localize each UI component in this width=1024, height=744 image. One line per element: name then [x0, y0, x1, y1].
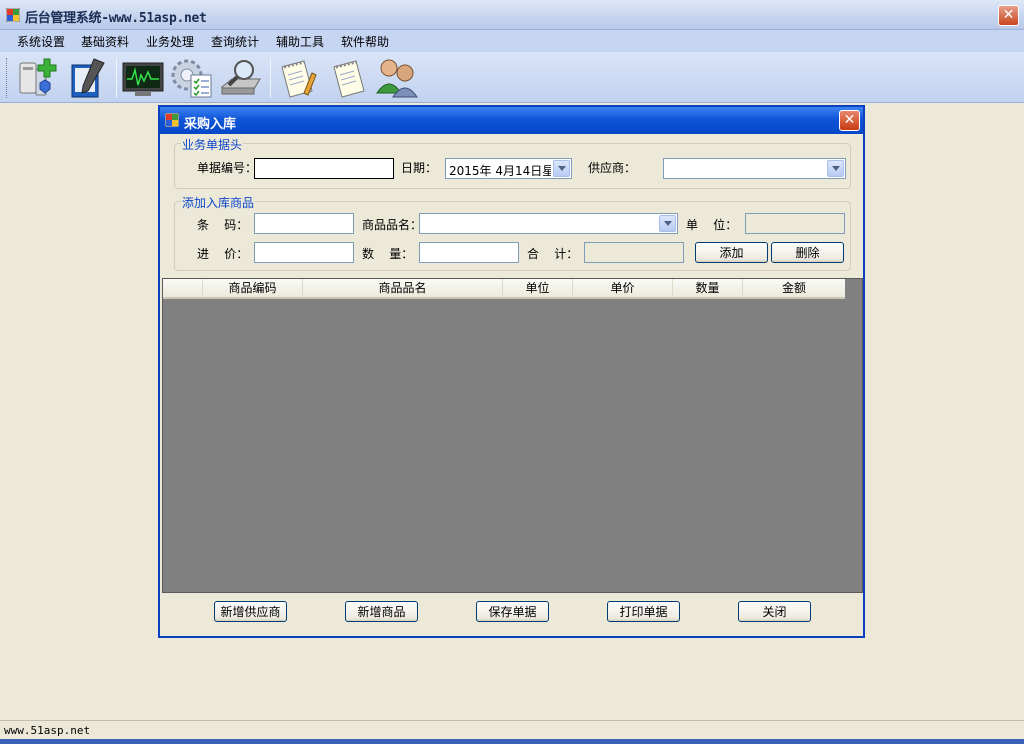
dialog-title: 采购入库 [184, 117, 237, 132]
product-name-label: 商品品名： [362, 218, 423, 232]
bill-no-input[interactable] [254, 158, 394, 179]
close-dialog-button[interactable]: 关闭 [738, 601, 811, 622]
goods-grid[interactable]: 商品编码 商品品名 单位 单价 数量 金额 [162, 278, 863, 593]
column-product-name[interactable]: 商品品名 [303, 279, 503, 297]
column-amount[interactable]: 金额 [743, 279, 845, 297]
total-label: 合 计： [527, 247, 579, 261]
column-quantity[interactable]: 数量 [673, 279, 743, 297]
notepad-icon[interactable] [326, 55, 372, 100]
window-title: 后台管理系统-www.51asp.net [25, 11, 207, 26]
toolbar-separator [116, 58, 117, 98]
date-picker-value: 2015年 4月14日星期二 [449, 164, 551, 178]
date-picker[interactable]: 2015年 4月14日星期二 [445, 158, 572, 179]
total-field [584, 242, 684, 263]
menu-system-settings[interactable]: 系统设置 [17, 33, 65, 50]
chevron-down-icon[interactable] [553, 160, 570, 177]
add-goods-group-label: 添加入库商品 [181, 194, 256, 211]
notepad-pencil-icon[interactable] [276, 55, 322, 100]
menubar: 系统设置 基础资料 业务处理 查询统计 辅助工具 软件帮助 [0, 30, 1024, 52]
quantity-label: 数 量： [362, 247, 414, 261]
new-supplier-button[interactable]: 新增供应商 [214, 601, 287, 622]
app-window-icon [6, 8, 20, 22]
unit-field [745, 213, 845, 234]
bill-no-label: 单据编号： [197, 161, 258, 175]
status-text: www.51asp.net [4, 724, 91, 737]
menu-query-stats[interactable]: 查询统计 [211, 33, 259, 50]
barcode-label: 条 码： [197, 218, 249, 232]
dialog-titlebar[interactable]: 采购入库 ✕ [160, 107, 863, 134]
column-unit-price[interactable]: 单价 [573, 279, 673, 297]
dialog-close-button[interactable]: ✕ [839, 110, 860, 131]
edit-document-icon[interactable] [66, 55, 112, 100]
unit-label: 单 位： [686, 218, 738, 232]
barcode-input[interactable] [254, 213, 354, 234]
column-unit[interactable]: 单位 [503, 279, 573, 297]
window-close-button[interactable]: ✕ [998, 5, 1019, 26]
purchase-inbound-dialog: 采购入库 ✕ 业务单据头 单据编号： 日期： 2015年 4月14日星期二 供应… [158, 105, 865, 638]
status-bar: www.51asp.net [0, 720, 1024, 739]
grid-header: 商品编码 商品品名 单位 单价 数量 金额 [163, 279, 845, 299]
toolbar-grip[interactable] [6, 58, 9, 98]
grid-row-header-corner [163, 279, 203, 297]
supplier-label: 供应商： [588, 161, 637, 175]
menu-basic-data[interactable]: 基础资料 [81, 33, 129, 50]
settings-checklist-icon[interactable] [169, 55, 215, 100]
quantity-input[interactable] [419, 242, 519, 263]
bill-header-group-label: 业务单据头 [181, 136, 244, 153]
taskbar-strip [0, 739, 1024, 744]
search-drive-icon[interactable] [219, 55, 265, 100]
price-input[interactable] [254, 242, 354, 263]
date-label: 日期： [401, 161, 438, 175]
monitor-chart-icon[interactable] [120, 55, 166, 100]
price-label: 进 价： [197, 247, 249, 261]
delete-goods-button[interactable]: 删除 [771, 242, 844, 263]
chevron-down-icon[interactable] [827, 160, 844, 177]
toolbar [0, 52, 1024, 103]
chevron-down-icon[interactable] [659, 215, 676, 232]
add-user-computer-icon[interactable] [14, 55, 60, 100]
supplier-select[interactable] [663, 158, 846, 179]
new-product-button[interactable]: 新增商品 [345, 601, 418, 622]
menu-business[interactable]: 业务处理 [146, 33, 194, 50]
dialog-window-icon [165, 113, 179, 127]
save-bill-button[interactable]: 保存单据 [476, 601, 549, 622]
column-product-code[interactable]: 商品编码 [203, 279, 303, 297]
menu-help[interactable]: 软件帮助 [341, 33, 389, 50]
print-bill-button[interactable]: 打印单据 [607, 601, 680, 622]
toolbar-separator [270, 58, 271, 98]
add-goods-button[interactable]: 添加 [695, 242, 768, 263]
product-name-select[interactable] [419, 213, 678, 234]
main-titlebar: 后台管理系统-www.51asp.net ✕ [0, 0, 1024, 30]
users-icon[interactable] [374, 55, 420, 100]
menu-tools[interactable]: 辅助工具 [276, 33, 324, 50]
